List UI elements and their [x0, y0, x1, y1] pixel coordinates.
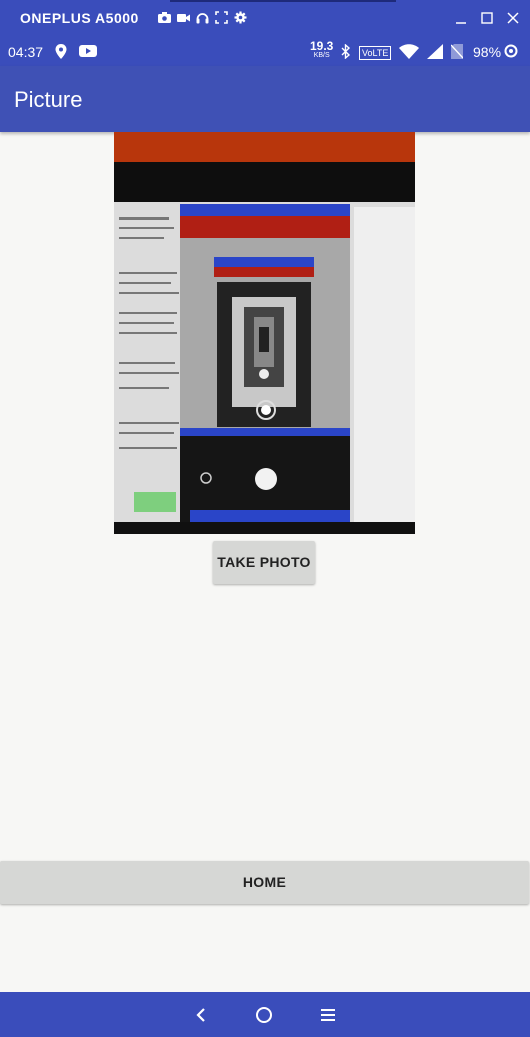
headphones-icon[interactable]	[196, 11, 209, 24]
network-speed-value: 19.3	[310, 39, 334, 53]
no-sim-icon	[450, 44, 464, 62]
battery-level: 98%	[473, 44, 502, 60]
take-photo-button[interactable]: TAKE PHOTO	[213, 541, 315, 584]
captured-photo-image	[114, 132, 415, 534]
battery-ring-icon	[504, 44, 518, 58]
video-icon[interactable]	[177, 11, 190, 24]
close-icon[interactable]	[506, 11, 520, 25]
gear-icon[interactable]	[234, 11, 247, 24]
status-left-icons	[55, 44, 97, 59]
bluetooth-icon	[341, 43, 351, 62]
camera-icon[interactable]	[158, 11, 171, 24]
minimize-icon[interactable]	[454, 11, 468, 25]
menu-icon[interactable]	[319, 1006, 337, 1024]
youtube-icon	[79, 44, 97, 58]
navigation-bar	[0, 992, 530, 1037]
status-bar: 04:37 19.3 KB/S VoLTE 98%	[0, 38, 530, 66]
back-icon[interactable]	[192, 1006, 210, 1024]
home-button[interactable]: HOME	[0, 861, 529, 904]
location-icon	[55, 44, 69, 59]
title-bar-accent	[170, 0, 396, 2]
page-title: Picture	[14, 87, 83, 112]
captured-photo	[114, 132, 415, 534]
maximize-icon[interactable]	[480, 11, 494, 25]
home-circle-icon[interactable]	[255, 1006, 273, 1024]
device-name: ONEPLUS A5000	[20, 10, 139, 26]
emulator-toolbar	[158, 11, 247, 24]
network-speed-unit: KB/S	[313, 52, 330, 59]
app-bar: Picture	[0, 66, 530, 132]
fullscreen-icon[interactable]	[215, 11, 228, 24]
volte-icon: VoLTE	[359, 46, 392, 60]
status-time: 04:37	[8, 44, 44, 60]
status-right-icons: VoLTE	[341, 43, 464, 62]
wifi-icon	[399, 44, 420, 62]
signal-icon	[427, 44, 444, 62]
network-speed: 19.3 KB/S	[310, 39, 334, 60]
window-controls	[454, 11, 520, 25]
emulator-title-bar: ONEPLUS A5000	[0, 0, 530, 38]
